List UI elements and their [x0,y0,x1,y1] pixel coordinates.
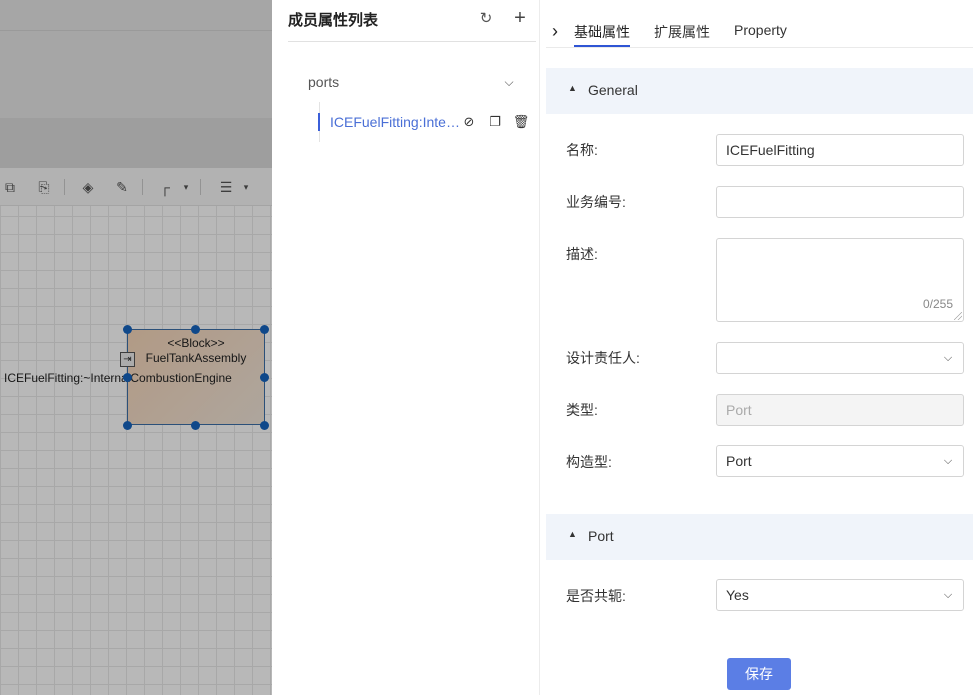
resize-grip-icon[interactable] [954,312,962,320]
caret-up-icon: ▲ [568,83,577,93]
chevron-right-icon[interactable]: › [547,21,563,41]
tab-property[interactable]: Property [734,22,787,38]
chevron-down-icon: ⌵ [943,455,953,467]
divider [288,41,536,42]
stereotype-label: 构造型: [566,454,612,470]
conjugated-label: 是否共轭: [566,588,626,604]
section-title: General [588,82,638,98]
chevron-down-icon: ⌵ [943,589,953,601]
add-icon[interactable]: + [511,8,529,28]
stereotype-select-value: Port [726,453,752,469]
diagram-canvas-area: ⧉ ⎘ ◈ ✎ ┌ ▾ ☰ ▾ <<Block>> FuelTankAssemb… [0,0,272,695]
selection-indicator [318,113,320,131]
eye-off-icon[interactable]: ⊘ [460,113,478,131]
name-field[interactable]: ICEFuelFitting [716,134,964,166]
stereotype-select[interactable]: Port ⌵ [716,445,964,477]
conjugated-select-value: Yes [726,587,749,603]
owner-label: 设计责任人: [566,350,640,366]
panel-title: 成员属性列表 [288,12,379,29]
tab-extended-properties[interactable]: 扩展属性 [654,22,710,42]
char-count: 0/255 [922,297,953,311]
name-label: 名称: [566,142,598,158]
biz-code-label: 业务编号: [566,194,626,210]
section-port[interactable]: ▲ Port [546,514,973,560]
section-title: Port [588,528,614,544]
description-label: 描述: [566,246,598,262]
type-field: Port [716,394,964,426]
refresh-icon[interactable]: ↻ [477,10,495,28]
member-property-panel: 成员属性列表 ↻ + ports ⌵ ICEFuelFitting:Intern… [272,0,540,695]
owner-select[interactable]: ⌵ [716,342,964,374]
type-label: 类型: [566,402,598,418]
property-panel: › 基础属性 扩展属性 Property ▲ General 名称: ICEFu… [540,0,973,695]
save-button[interactable]: 保存 [727,658,791,690]
trash-icon[interactable]: 🗑 [512,113,530,131]
biz-code-field[interactable] [716,186,964,218]
section-general[interactable]: ▲ General [546,68,973,114]
description-textarea[interactable]: 0/255 [716,238,964,322]
list-item-label[interactable]: ICEFuelFitting:InternalCombustionEngine [330,114,462,130]
conjugated-select[interactable]: Yes ⌵ [716,579,964,611]
list-item-selected[interactable]: ICEFuelFitting:InternalCombustionEngine … [318,111,538,133]
copy-icon[interactable]: ❐ [486,113,504,131]
chevron-down-icon: ⌵ [943,352,953,364]
tab-divider [546,47,973,48]
chevron-down-icon[interactable]: ⌵ [502,74,516,90]
group-label-ports[interactable]: ports [308,74,339,90]
caret-up-icon: ▲ [568,529,577,539]
tab-basic-properties[interactable]: 基础属性 [574,22,630,47]
modal-overlay[interactable] [0,0,272,695]
